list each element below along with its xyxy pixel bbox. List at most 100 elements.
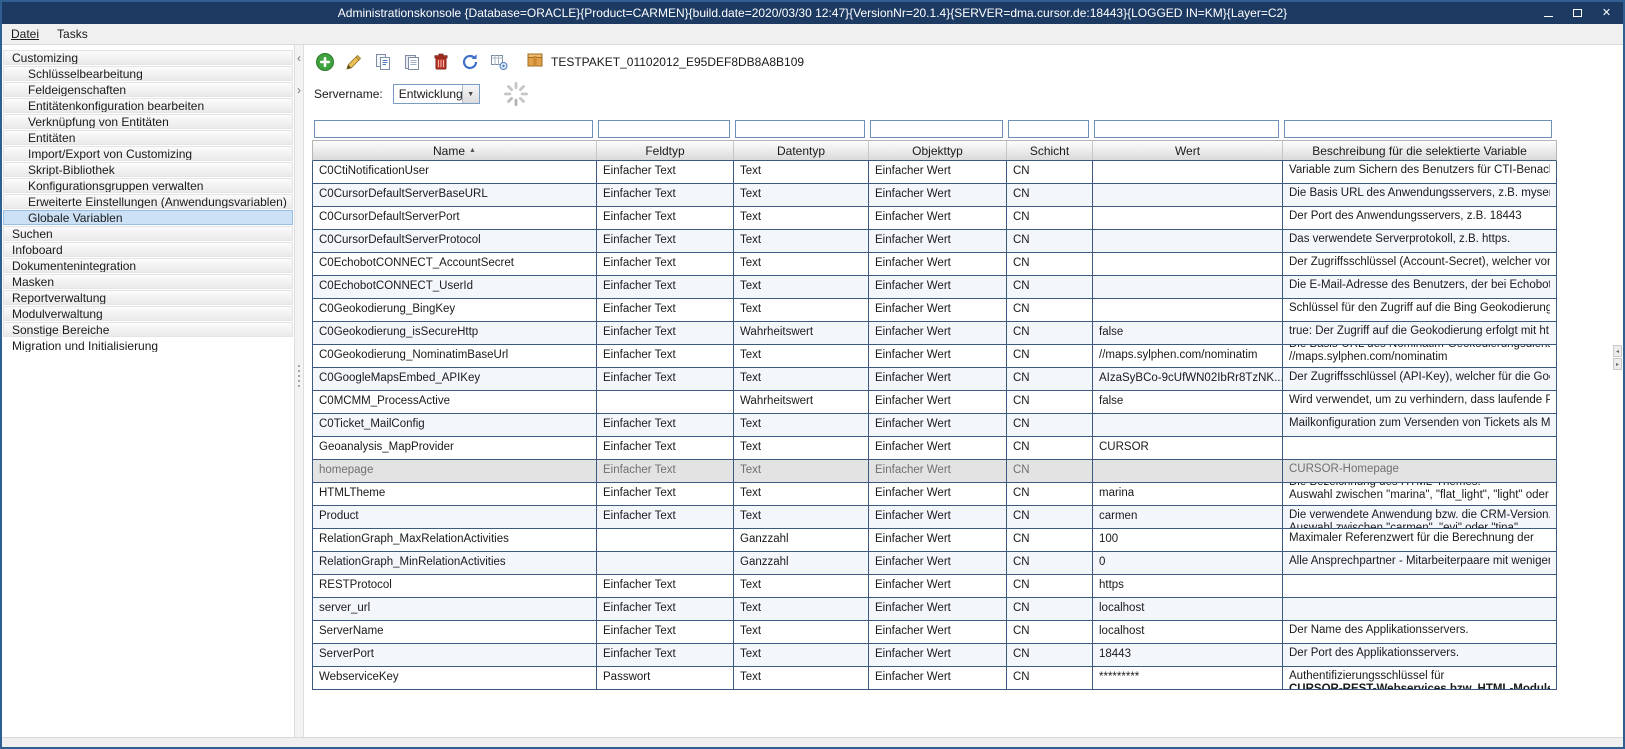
sidebar-item-globale-variablen[interactable]: Globale Variablen (3, 210, 293, 225)
column-header-beschreibung[interactable]: Beschreibung für die selektierte Variabl… (1283, 141, 1556, 160)
maximize-button[interactable] (1563, 2, 1592, 24)
cell-datentyp: Text (734, 506, 869, 528)
table-row[interactable]: RelationGraph_MinRelationActivitiesGanzz… (313, 552, 1556, 575)
cell-name: C0Geokodierung_BingKey (313, 299, 597, 321)
cell-schicht: CN (1007, 322, 1093, 344)
right-splitter-collapse-button[interactable]: ◂ (1613, 345, 1622, 357)
sidebar-item-label: Customizing (12, 51, 78, 65)
sidebar-item-konfigurationsgruppen-verwalten[interactable]: Konfigurationsgruppen verwalten (3, 178, 293, 193)
cell-feldtyp: Passwort (597, 667, 734, 689)
paste-icon (402, 52, 422, 72)
table-row[interactable]: RelationGraph_MaxRelationActivitiesGanzz… (313, 529, 1556, 552)
column-header-schicht[interactable]: Schicht (1007, 141, 1093, 160)
delete-button[interactable] (430, 51, 452, 73)
cell-beschreibung: Der Zugriffsschlüssel (API-Key), welcher… (1283, 368, 1556, 390)
sidebar-item-label: Modulverwaltung (12, 307, 103, 321)
table-row[interactable]: C0MCMM_ProcessActiveWahrheitswertEinfach… (313, 391, 1556, 414)
table-row[interactable]: Geoanalysis_MapProviderEinfacher TextTex… (313, 437, 1556, 460)
main-pane: TESTPAKET_01102012_E95DEF8DB8A8B109 Serv… (304, 45, 1613, 737)
cell-name: C0EchobotCONNECT_AccountSecret (313, 253, 597, 275)
sidebar-item-masken[interactable]: Masken (3, 274, 293, 289)
cell-feldtyp: Einfacher Text (597, 414, 734, 436)
edit-button[interactable] (343, 51, 365, 73)
filter-cell (1282, 118, 1555, 140)
table-row[interactable]: server_urlEinfacher TextTextEinfacher We… (313, 598, 1556, 621)
sidebar-item-infoboard[interactable]: Infoboard (3, 242, 293, 257)
column-header-objekttyp[interactable]: Objekttyp (869, 141, 1007, 160)
table-row[interactable]: C0EchobotCONNECT_UserIdEinfacher TextTex… (313, 276, 1556, 299)
table-row[interactable]: ServerNameEinfacher TextTextEinfacher We… (313, 621, 1556, 644)
cell-datentyp: Text (734, 460, 869, 482)
sidebar-item-label: Konfigurationsgruppen verwalten (28, 179, 203, 193)
sidebar-item-suchen[interactable]: Suchen (3, 226, 293, 241)
table-row[interactable]: C0Geokodierung_BingKeyEinfacher TextText… (313, 299, 1556, 322)
table-row[interactable]: C0CursorDefaultServerPortEinfacher TextT… (313, 207, 1556, 230)
filter-input-feldtyp[interactable] (598, 120, 730, 138)
table-row[interactable]: WebserviceKeyPasswortTextEinfacher WertC… (313, 667, 1556, 690)
sidebar-item-label: Entitäten (28, 131, 75, 145)
column-header-datentyp[interactable]: Datentyp (734, 141, 869, 160)
sidebar-item-migration-und-initialisierung[interactable]: Migration und Initialisierung (3, 338, 293, 353)
column-header-feldtyp[interactable]: Feldtyp (597, 141, 734, 160)
table-row[interactable]: C0Ticket_MailConfigEinfacher TextTextEin… (313, 414, 1556, 437)
minimize-button[interactable] (1534, 2, 1563, 24)
sidebar-item-entitaetenkonfiguration-bearbeiten[interactable]: Entitätenkonfiguration bearbeiten (3, 98, 293, 113)
sidebar-item-modulverwaltung[interactable]: Modulverwaltung (3, 306, 293, 321)
table-row[interactable]: C0CtiNotificationUserEinfacher TextTextE… (313, 161, 1556, 184)
cell-wert (1093, 460, 1283, 482)
filter-input-wert[interactable] (1094, 120, 1279, 138)
chevron-down-icon[interactable]: ▼ (462, 85, 479, 103)
cell-schicht: CN (1007, 368, 1093, 390)
table-row[interactable]: C0Geokodierung_NominatimBaseUrlEinfacher… (313, 345, 1556, 368)
splitter-expand-right-icon[interactable]: › (295, 85, 303, 96)
column-header-name[interactable]: Name▲ (313, 141, 597, 160)
right-splitter-expand-button[interactable]: ▸ (1613, 358, 1622, 370)
table-row[interactable]: ProductEinfacher TextTextEinfacher WertC… (313, 506, 1556, 529)
splitter-collapse-left-icon[interactable]: ‹ (295, 53, 303, 64)
sidebar-item-skript-bibliothek[interactable]: Skript-Bibliothek (3, 162, 293, 177)
filter-input-objekttyp[interactable] (870, 120, 1003, 138)
servername-select[interactable]: Entwicklung ▼ (393, 84, 480, 104)
table-row[interactable]: HTMLThemeEinfacher TextTextEinfacher Wer… (313, 483, 1556, 506)
menu-tasks[interactable]: Tasks (48, 25, 97, 43)
table-row[interactable]: homepageEinfacher TextTextEinfacher Wert… (313, 460, 1556, 483)
sidebar-item-verknuepfung-von-entitaeten[interactable]: Verknüpfung von Entitäten (3, 114, 293, 129)
cell-objekttyp: Einfacher Wert (869, 621, 1007, 643)
cell-beschreibung (1283, 598, 1556, 620)
refresh-button[interactable] (459, 51, 481, 73)
add-button[interactable] (314, 51, 336, 73)
cell-feldtyp: Einfacher Text (597, 598, 734, 620)
copy-button[interactable] (372, 51, 394, 73)
cell-beschreibung: Maximaler Referenzwert für die Berechnun… (1283, 529, 1556, 551)
table-row[interactable]: ServerPortEinfacher TextTextEinfacher We… (313, 644, 1556, 667)
filter-input-schicht[interactable] (1008, 120, 1089, 138)
sidebar-item-schluesselbearbeitung[interactable]: Schlüsselbearbeitung (3, 66, 293, 81)
sidebar-item-import-export-von-customizing[interactable]: Import/Export von Customizing (3, 146, 293, 161)
sidebar-item-dokumentenintegration[interactable]: Dokumentenintegration (3, 258, 293, 273)
sidebar-splitter[interactable]: ‹ › (294, 45, 304, 737)
sidebar-item-feldeigenschaften[interactable]: Feldeigenschaften (3, 82, 293, 97)
close-button[interactable]: ✕ (1592, 2, 1621, 24)
filter-input-name[interactable] (314, 120, 593, 138)
table-row[interactable]: C0CursorDefaultServerProtocolEinfacher T… (313, 230, 1556, 253)
sidebar-item-sonstige-bereiche[interactable]: Sonstige Bereiche (3, 322, 293, 337)
table-row[interactable]: C0Geokodierung_isSecureHttpEinfacher Tex… (313, 322, 1556, 345)
table-row[interactable]: C0EchobotCONNECT_AccountSecretEinfacher … (313, 253, 1556, 276)
column-header-wert[interactable]: Wert (1093, 141, 1283, 160)
column-label: Name (433, 144, 465, 158)
cell-feldtyp: Einfacher Text (597, 276, 734, 298)
cell-wert: carmen (1093, 506, 1283, 528)
sidebar-item-reportverwaltung[interactable]: Reportverwaltung (3, 290, 293, 305)
filter-input-beschreibung[interactable] (1284, 120, 1552, 138)
paste-button[interactable] (401, 51, 423, 73)
configuration-export-button[interactable] (488, 51, 510, 73)
sidebar-item-customizing[interactable]: Customizing (3, 50, 293, 65)
sidebar-item-erweiterte-einstellungen-anwendungsvariablen[interactable]: Erweiterte Einstellungen (Anwendungsvari… (3, 194, 293, 209)
table-row[interactable]: C0CursorDefaultServerBaseURLEinfacher Te… (313, 184, 1556, 207)
filter-cell (1092, 118, 1282, 140)
menu-datei[interactable]: Datei (2, 25, 48, 43)
table-row[interactable]: RESTProtocolEinfacher TextTextEinfacher … (313, 575, 1556, 598)
sidebar-item-entitaeten[interactable]: Entitäten (3, 130, 293, 145)
table-row[interactable]: C0GoogleMapsEmbed_APIKeyEinfacher TextTe… (313, 368, 1556, 391)
filter-input-datentyp[interactable] (735, 120, 865, 138)
